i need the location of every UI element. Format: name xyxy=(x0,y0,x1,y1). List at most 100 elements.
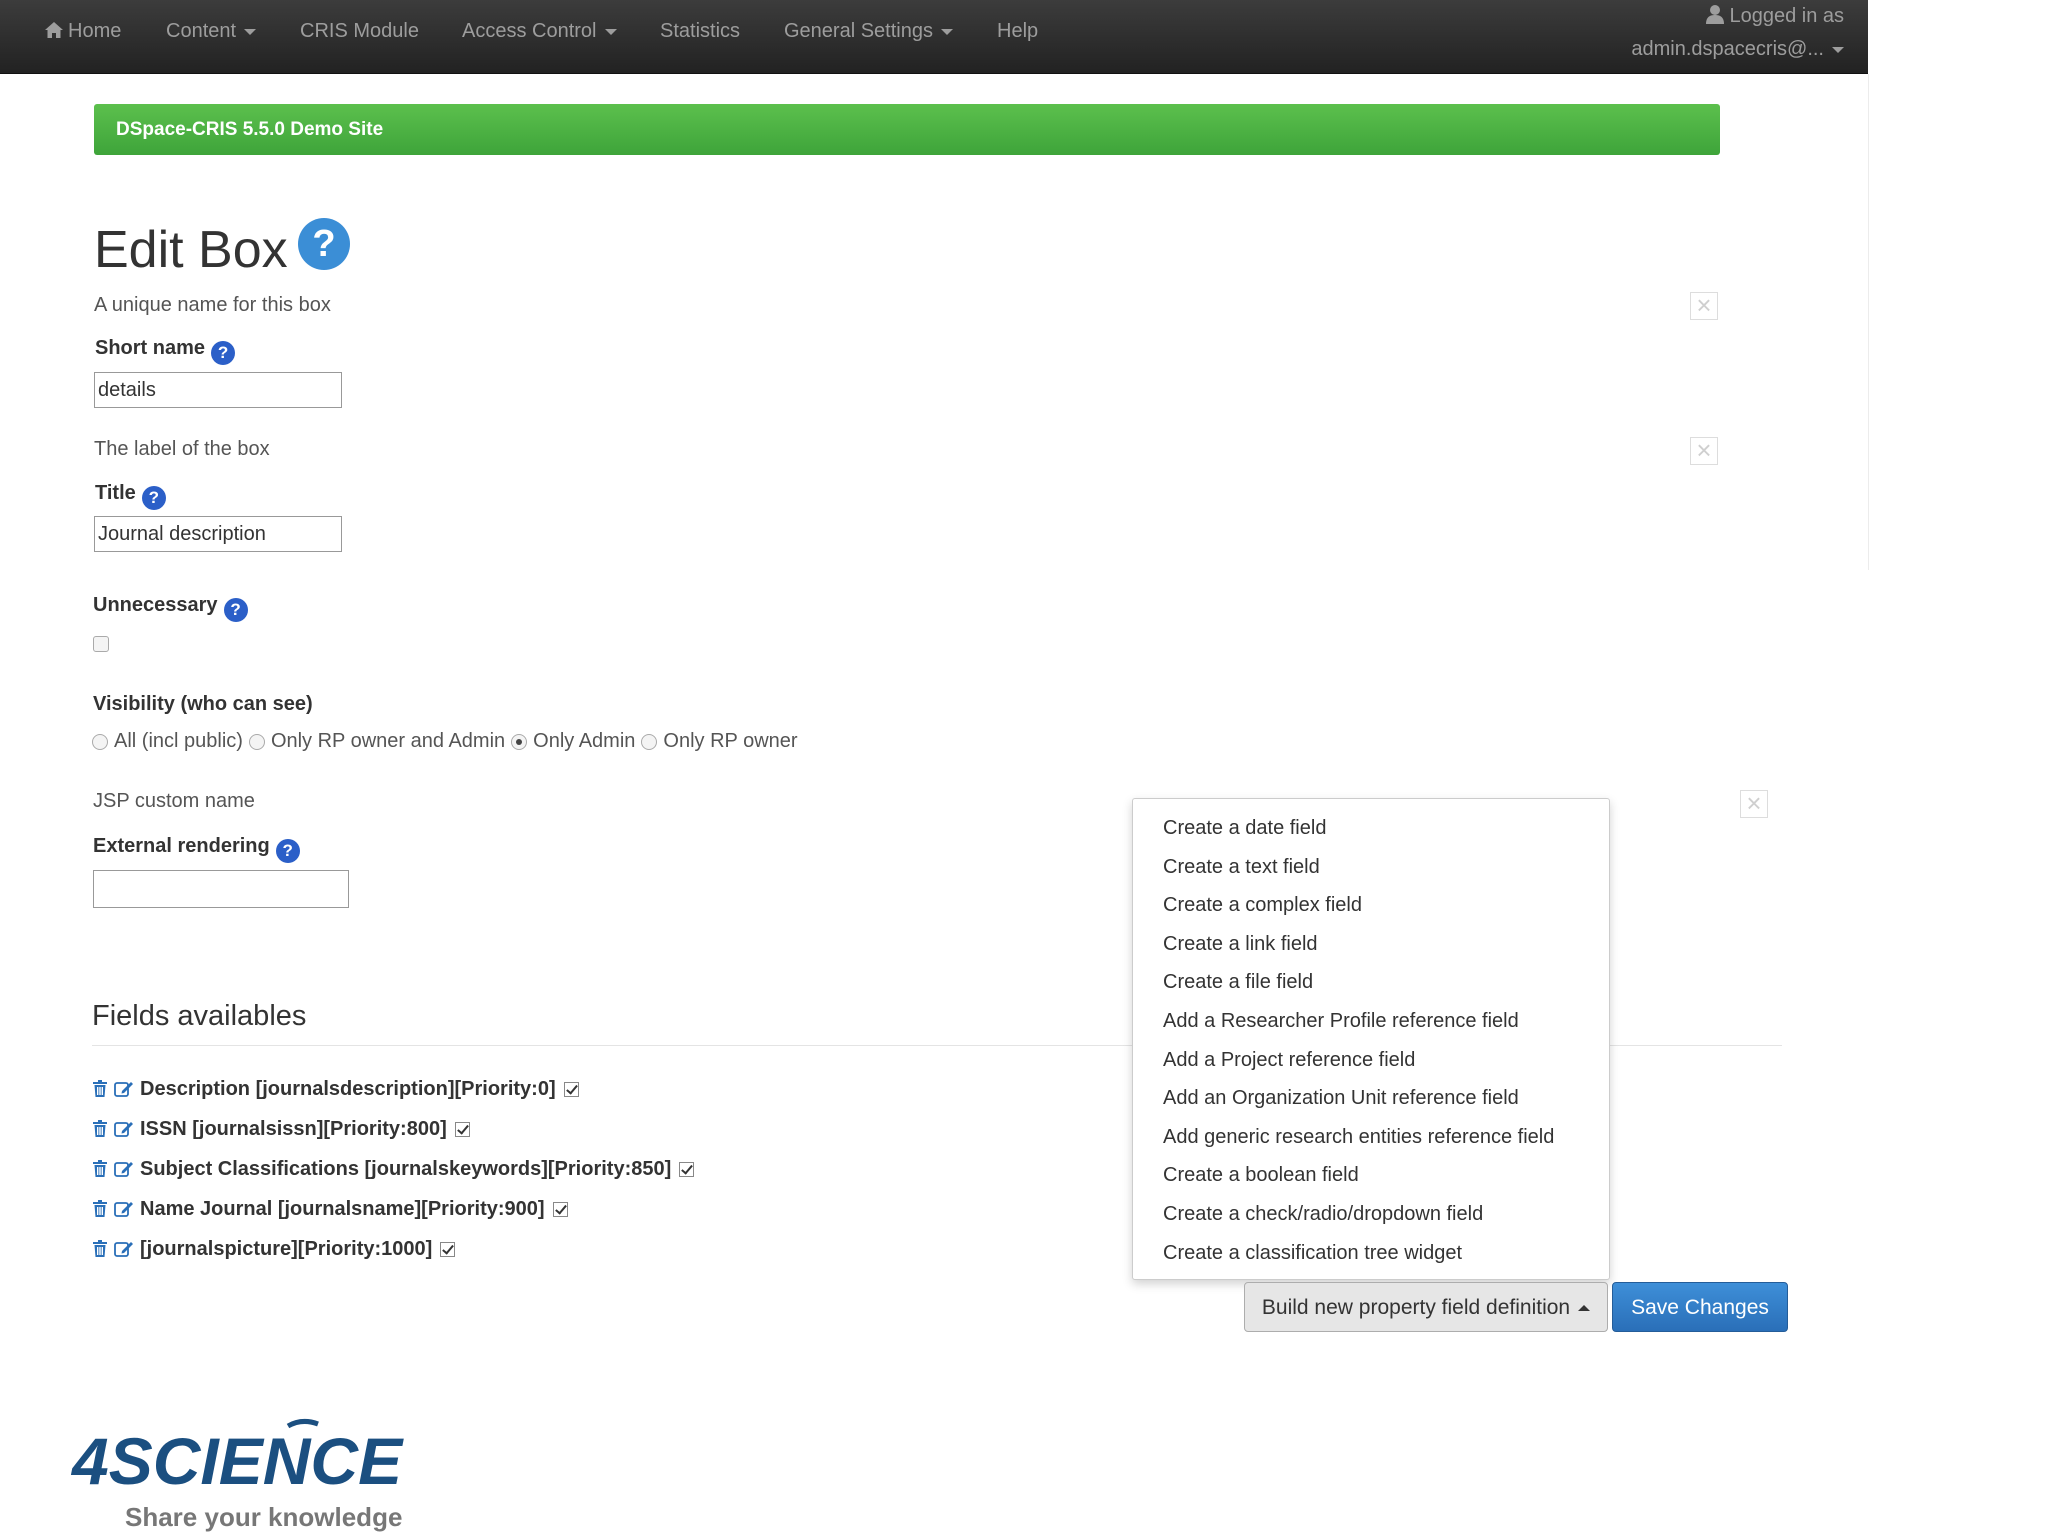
nav-help-label: Help xyxy=(997,20,1039,42)
menu-item-add-researcher-profile-ref[interactable]: Add a Researcher Profile reference field xyxy=(1133,1002,1609,1041)
login-status: Logged in as xyxy=(1631,2,1844,30)
nav-cris-module[interactable]: CRIS Module xyxy=(300,0,419,62)
question-circle-icon[interactable]: ? xyxy=(298,218,350,270)
login-line1: Logged in as xyxy=(1729,5,1844,27)
close-icon[interactable]: × xyxy=(1740,790,1768,818)
menu-item-add-generic-entities-ref[interactable]: Add generic research entities reference … xyxy=(1133,1118,1609,1157)
build-field-definition-button[interactable]: Build new property field definition xyxy=(1244,1282,1608,1332)
trash-icon[interactable] xyxy=(92,1240,108,1258)
nav-help[interactable]: Help xyxy=(997,0,1038,62)
question-circle-icon[interactable]: ? xyxy=(275,839,300,863)
caret-up-icon xyxy=(1578,1305,1591,1312)
field-checkbox[interactable] xyxy=(454,1121,470,1137)
nav-general-settings[interactable]: General Settings xyxy=(784,0,953,62)
short-name-label: Short name? xyxy=(95,337,236,365)
home-icon xyxy=(45,22,63,38)
unnecessary-label-text: Unnecessary xyxy=(93,594,218,616)
question-circle-icon[interactable]: ? xyxy=(141,486,166,510)
edit-icon[interactable] xyxy=(114,1080,134,1098)
close-icon[interactable]: × xyxy=(1690,292,1718,320)
build-button-label: Build new property field definition xyxy=(1261,1296,1571,1319)
external-rendering-input[interactable] xyxy=(93,870,349,908)
menu-item-create-text-field[interactable]: Create a text field xyxy=(1133,848,1609,887)
field-row: Description [journalsdescription][Priori… xyxy=(92,1075,579,1103)
nav-access-control-label: Access Control xyxy=(462,20,597,42)
top-navbar: Home Content CRIS Module Access Control … xyxy=(0,0,1868,74)
jsp-hint: JSP custom name xyxy=(93,790,255,812)
field-label: [journalspicture][Priority:1000] xyxy=(140,1237,433,1260)
edit-icon[interactable] xyxy=(114,1120,134,1138)
caret-down-icon xyxy=(244,28,257,35)
title-input[interactable] xyxy=(94,516,342,552)
radio-label-rp-owner-admin: Only RP owner and Admin xyxy=(270,730,506,752)
unnecessary-checkbox[interactable] xyxy=(93,636,109,652)
caret-down-icon xyxy=(940,28,953,35)
menu-item-add-project-ref[interactable]: Add a Project reference field xyxy=(1133,1041,1609,1080)
field-label: Name Journal [journalsname][Priority:900… xyxy=(140,1197,545,1220)
menu-item-create-check-radio-dropdown[interactable]: Create a check/radio/dropdown field xyxy=(1133,1195,1609,1234)
edit-icon[interactable] xyxy=(114,1160,134,1178)
nav-access-control[interactable]: Access Control xyxy=(462,0,617,62)
fields-section-title: Fields availables xyxy=(92,1000,307,1032)
visibility-radio-group: All (incl public) Only RP owner and Admi… xyxy=(92,730,804,753)
field-checkbox[interactable] xyxy=(679,1161,695,1177)
menu-item-create-link-field[interactable]: Create a link field xyxy=(1133,925,1609,964)
question-circle-icon[interactable]: ? xyxy=(223,598,248,622)
menu-item-create-file-field[interactable]: Create a file field xyxy=(1133,963,1609,1002)
field-checkbox[interactable] xyxy=(563,1081,579,1097)
field-type-dropdown-menu: Create a date field Create a text field … xyxy=(1132,798,1610,1280)
site-banner: DSpace-CRIS 5.5.0 Demo Site xyxy=(94,104,1720,155)
nav-statistics-label: Statistics xyxy=(660,20,741,42)
question-circle-icon[interactable]: ? xyxy=(211,341,236,365)
field-row: [journalspicture][Priority:1000] xyxy=(92,1235,456,1263)
user-menu[interactable]: Logged in as admin.dspacecris@... xyxy=(1631,2,1844,68)
menu-item-create-classification-tree[interactable]: Create a classification tree widget xyxy=(1133,1234,1609,1273)
short-name-input[interactable] xyxy=(94,372,342,408)
caret-down-icon xyxy=(604,28,617,35)
radio-only-rp-owner[interactable] xyxy=(641,733,658,750)
login-username: admin.dspacecris@... xyxy=(1631,30,1844,68)
field-checkbox[interactable] xyxy=(552,1201,568,1217)
user-icon xyxy=(1706,5,1725,24)
short-name-label-text: Short name xyxy=(95,337,206,359)
unnecessary-label: Unnecessary? xyxy=(93,594,248,622)
title-label-text: Title xyxy=(95,482,136,504)
trash-icon[interactable] xyxy=(92,1160,108,1178)
field-row: Name Journal [journalsname][Priority:900… xyxy=(92,1195,568,1223)
login-line2: admin.dspacecris@... xyxy=(1631,38,1824,60)
field-checkbox[interactable] xyxy=(440,1241,456,1257)
edit-icon[interactable] xyxy=(114,1240,134,1258)
nav-home[interactable]: Home xyxy=(44,0,121,62)
title-label: Title? xyxy=(95,482,166,510)
menu-item-create-complex-field[interactable]: Create a complex field xyxy=(1133,886,1609,925)
nav-content-label: Content xyxy=(166,20,237,42)
nav-content[interactable]: Content xyxy=(166,0,257,62)
logo-wordmark: 4SCIENCE xyxy=(70,1424,404,1498)
visibility-label: Visibility (who can see) xyxy=(93,693,313,715)
trash-icon[interactable] xyxy=(92,1200,108,1218)
trash-icon[interactable] xyxy=(92,1120,108,1138)
page-title: Edit Box xyxy=(94,221,288,279)
radio-label-only-rp-owner: Only RP owner xyxy=(663,730,798,752)
radio-only-admin[interactable] xyxy=(511,733,528,750)
nav-general-settings-label: General Settings xyxy=(784,20,933,42)
menu-item-create-boolean-field[interactable]: Create a boolean field xyxy=(1133,1156,1609,1195)
title-hint: The label of the box xyxy=(94,438,270,460)
nav-statistics[interactable]: Statistics xyxy=(660,0,740,62)
radio-all-public[interactable] xyxy=(92,733,108,750)
radio-rp-owner-admin[interactable] xyxy=(248,733,265,750)
menu-item-create-date-field[interactable]: Create a date field xyxy=(1133,809,1609,848)
menu-item-add-org-unit-ref[interactable]: Add an Organization Unit reference field xyxy=(1133,1079,1609,1118)
close-icon[interactable]: × xyxy=(1690,437,1718,465)
radio-label-only-admin: Only Admin xyxy=(533,730,636,752)
caret-down-icon xyxy=(1832,46,1844,53)
short-name-hint: A unique name for this box xyxy=(94,294,331,316)
field-label: Subject Classifications [journalskeyword… xyxy=(140,1157,672,1180)
nav-cris-module-label: CRIS Module xyxy=(300,20,419,42)
logo-tagline: Share your knowledge xyxy=(125,1502,402,1532)
radio-label-all-public: All (incl public) xyxy=(114,730,243,752)
save-changes-button[interactable]: Save Changes xyxy=(1612,1282,1788,1332)
field-row: Subject Classifications [journalskeyword… xyxy=(92,1155,695,1183)
edit-icon[interactable] xyxy=(114,1200,134,1218)
trash-icon[interactable] xyxy=(92,1080,108,1098)
